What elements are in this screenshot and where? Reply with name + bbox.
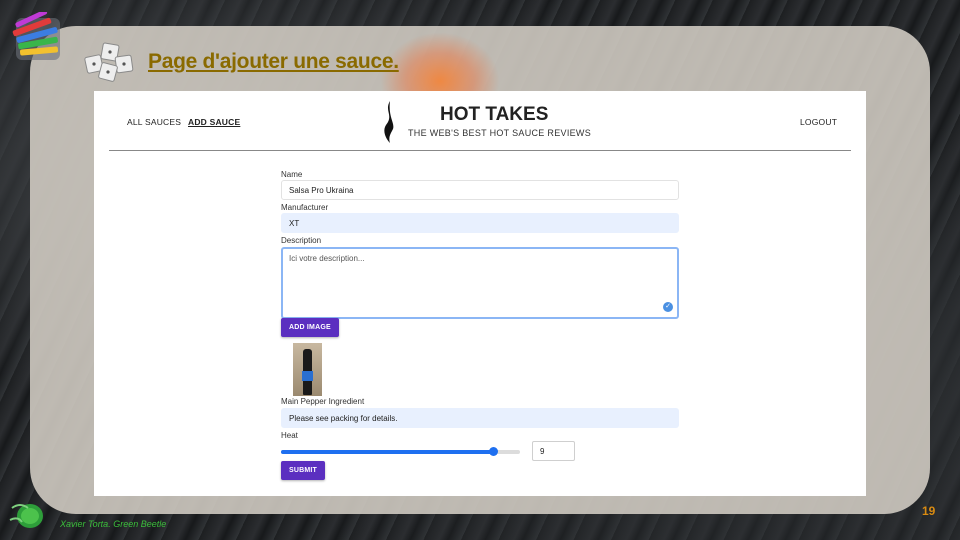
description-placeholder: Ici votre description... [289, 254, 365, 263]
author-credit: Xavier Torta. Green Beetle [60, 519, 167, 529]
bottle-label [302, 371, 313, 381]
manufacturer-input[interactable]: XT [281, 213, 679, 233]
heat-label: Heat [281, 431, 298, 440]
page-number: 19 [922, 504, 936, 518]
main-pepper-input[interactable]: Please see packing for details. [281, 408, 679, 428]
heat-slider[interactable] [281, 447, 520, 456]
heat-slider-fill [281, 450, 494, 454]
add-image-button[interactable]: ADD IMAGE [281, 318, 339, 337]
app-screenshot: ALL SAUCES ADD SAUCE HOT TAKES THE WEB'S… [94, 91, 866, 496]
name-input[interactable]: Salsa Pro Ukraina [281, 180, 679, 200]
main-pepper-label: Main Pepper Ingredient [281, 397, 365, 406]
header-divider [109, 150, 851, 151]
heat-slider-thumb[interactable] [489, 447, 499, 456]
green-beetle-logo-icon [9, 504, 43, 528]
logout-link[interactable]: LOGOUT [800, 117, 837, 127]
flame-icon [384, 101, 394, 143]
brand-subtitle: THE WEB'S BEST HOT SAUCE REVIEWS [408, 128, 592, 138]
description-textarea[interactable]: Ici votre description... ✓ [281, 247, 679, 319]
check-circle-icon: ✓ [663, 302, 673, 312]
sauce-image-preview [293, 343, 322, 396]
submit-button[interactable]: SUBMIT [281, 461, 326, 480]
name-label: Name [281, 170, 303, 179]
manufacturer-label: Manufacturer [281, 203, 329, 212]
slide-title: Page d'ajouter une sauce. [148, 50, 399, 73]
description-label: Description [281, 236, 322, 245]
cubes-icon [84, 42, 134, 82]
heat-number-input[interactable]: 9 [532, 441, 575, 461]
nav-add-sauce[interactable]: ADD SAUCE [188, 117, 240, 127]
nav-all-sauces[interactable]: ALL SAUCES [127, 117, 181, 127]
brand-title: HOT TAKES [440, 104, 549, 125]
pencils-logo-icon [12, 12, 60, 60]
